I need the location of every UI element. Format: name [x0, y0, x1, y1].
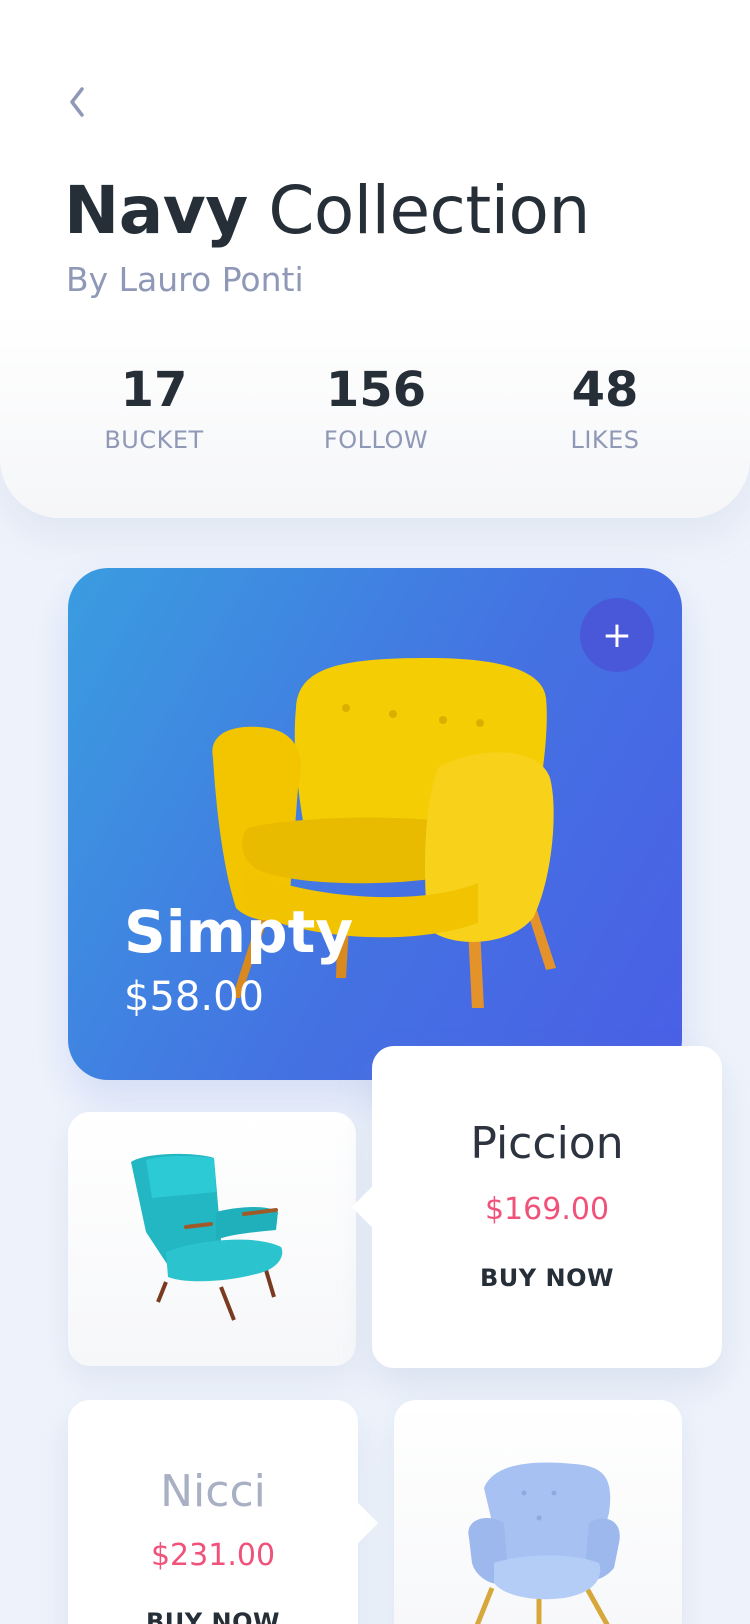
- light-blue-armchair-image: [468, 1462, 620, 1624]
- product-price: $231.00: [150, 1538, 276, 1573]
- page-title: Navy Collection: [64, 172, 590, 250]
- stat-value: 156: [325, 362, 427, 418]
- featured-product-card[interactable]: + Simpty $58.00: [68, 568, 682, 1080]
- buy-now-button[interactable]: BUY NOW: [372, 1264, 722, 1292]
- product-info-card-piccion[interactable]: Piccion $169.00 BUY NOW: [351, 1046, 722, 1368]
- collection-author: By Lauro Ponti: [66, 260, 304, 299]
- stat-label: LIKES: [570, 426, 640, 454]
- product-name: Piccion: [470, 1118, 624, 1169]
- back-button[interactable]: [60, 80, 94, 124]
- product-info-card-nicci[interactable]: Nicci $231.00 BUY NOW: [68, 1400, 379, 1624]
- stat-follow[interactable]: 156 FOLLOW: [276, 360, 476, 454]
- add-to-bucket-button[interactable]: +: [580, 598, 654, 672]
- stat-value: 17: [120, 362, 188, 418]
- stat-likes[interactable]: 48 LIKES: [505, 360, 705, 454]
- featured-product-price: $58.00: [124, 974, 264, 1020]
- plus-icon: +: [601, 614, 633, 656]
- product-price: $169.00: [484, 1192, 610, 1227]
- teal-wingback-chair-image: [131, 1153, 283, 1321]
- title-rest: Collection: [268, 172, 590, 249]
- product-name: Nicci: [160, 1466, 266, 1517]
- stat-label: FOLLOW: [323, 426, 429, 454]
- collection-header: Navy Collection By Lauro Ponti 17 BUCKET…: [0, 0, 750, 518]
- product-image-tile-piccion[interactable]: [68, 1112, 356, 1366]
- chevron-left-icon: [70, 87, 84, 117]
- buy-now-button[interactable]: BUY NOW: [68, 1608, 358, 1624]
- stats-row: 17 BUCKET 156 FOLLOW 48 LIKES: [0, 360, 750, 470]
- product-image-tile-nicci[interactable]: [394, 1400, 682, 1624]
- featured-product-name: Simpty: [124, 898, 354, 966]
- title-bold: Navy: [64, 172, 248, 249]
- stat-value: 48: [571, 362, 639, 418]
- stat-bucket[interactable]: 17 BUCKET: [54, 360, 254, 454]
- stat-label: BUCKET: [104, 426, 204, 454]
